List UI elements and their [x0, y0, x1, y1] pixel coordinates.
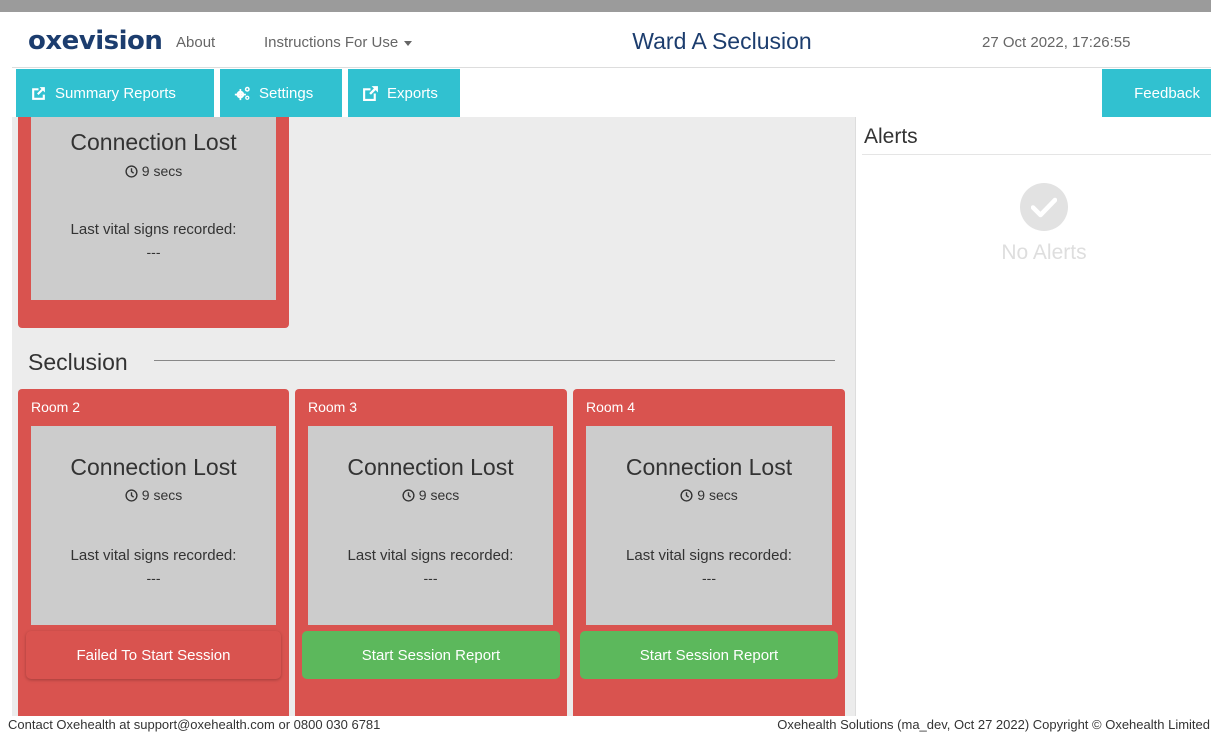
elapsed-time: 9 secs	[31, 163, 276, 179]
feedback-label: Feedback	[1134, 84, 1200, 102]
room-label: Room 4	[586, 399, 636, 415]
elapsed-time: 9 secs	[586, 487, 832, 503]
elapsed-time-value: 9 secs	[141, 487, 183, 503]
room-label: Room 2	[31, 399, 81, 415]
room-status-panel: Connection Lost 9 secs Last vital signs …	[31, 426, 276, 625]
caret-down-icon	[404, 40, 413, 46]
alerts-divider	[862, 154, 1211, 155]
room-status-panel: Connection Lost 9 secs Last vital signs …	[586, 426, 832, 625]
page-title: Ward A Seclusion	[632, 28, 812, 54]
alerts-title: Alerts	[864, 125, 918, 148]
current-datetime: 27 Oct 2022, 17:26:55	[982, 34, 1131, 51]
settings-label: Settings	[259, 84, 314, 102]
connection-status: Connection Lost	[70, 129, 237, 155]
summary-reports-button[interactable]: Summary Reports	[16, 69, 214, 117]
section-title: Seclusion	[28, 349, 128, 375]
alerts-panel: Alerts No Alerts	[855, 117, 1211, 716]
toolbar: Summary Reports Settings Exports Feedbac…	[12, 69, 1211, 117]
failed-to-start-session-button[interactable]: Failed To Start Session	[26, 631, 281, 679]
last-vitals-label: Last vital signs recorded:	[626, 547, 792, 564]
oxevision-logo[interactable]: oxevision	[28, 26, 163, 56]
nav-about-link[interactable]: About	[176, 34, 215, 51]
last-vitals-label: Last vital signs recorded:	[70, 221, 237, 238]
start-session-report-button[interactable]: Start Session Report	[302, 631, 560, 679]
room-card[interactable]: Room 2 Connection Lost 9 secs Last vital…	[18, 389, 289, 716]
copyright-text: Oxehealth Solutions (ma_dev, Oct 27 2022…	[777, 717, 1210, 732]
room-label: Room 3	[308, 399, 358, 415]
elapsed-time-value: 9 secs	[141, 163, 183, 179]
settings-button[interactable]: Settings	[220, 69, 342, 117]
check-circle-icon	[1020, 183, 1068, 231]
elapsed-time: 9 secs	[308, 487, 553, 503]
nav-instructions-dropdown[interactable]: Instructions For Use	[264, 34, 413, 51]
room-status-panel: Connection Lost 9 secs Last vital signs …	[31, 117, 276, 300]
room-card[interactable]: Room 3 Connection Lost 9 secs Last vital…	[295, 389, 567, 716]
connection-status: Connection Lost	[625, 454, 793, 480]
window-frame-top	[0, 0, 1211, 12]
connection-status: Connection Lost	[70, 454, 237, 480]
section-divider	[154, 360, 835, 361]
feedback-button[interactable]: Feedback	[1102, 69, 1211, 117]
room-dashboard[interactable]: Connection Lost 9 secs Last vital signs …	[12, 117, 855, 716]
last-vitals-label: Last vital signs recorded:	[70, 547, 237, 564]
footer: Contact Oxehealth at support@oxehealth.c…	[0, 716, 1211, 736]
last-vitals-label: Last vital signs recorded:	[347, 547, 514, 564]
cogs-icon	[234, 86, 250, 100]
nav-instructions-label: Instructions For Use	[264, 34, 399, 51]
last-vitals-value: ---	[146, 244, 161, 260]
elapsed-time-value: 9 secs	[697, 487, 738, 503]
clock-icon	[402, 489, 415, 502]
clock-icon	[125, 489, 138, 502]
clock-icon	[125, 165, 138, 178]
share-square-icon	[32, 86, 45, 100]
elapsed-time-value: 9 secs	[418, 487, 460, 503]
exports-button[interactable]: Exports	[348, 69, 460, 117]
external-link-icon	[363, 85, 378, 101]
top-header: oxevision About Instructions For Use War…	[12, 12, 1211, 68]
exports-label: Exports	[387, 84, 438, 102]
elapsed-time: 9 secs	[31, 487, 276, 503]
connection-status: Connection Lost	[347, 454, 514, 480]
last-vitals-value: ---	[146, 570, 161, 586]
nav-about-label: About	[176, 34, 216, 51]
start-session-report-button[interactable]: Start Session Report	[580, 631, 838, 679]
no-alerts-message: No Alerts	[1001, 241, 1087, 264]
room-card[interactable]: Room 4 Connection Lost 9 secs Last vital…	[573, 389, 845, 716]
room-status-panel: Connection Lost 9 secs Last vital signs …	[308, 426, 553, 625]
clock-icon	[680, 489, 693, 502]
contact-info: Contact Oxehealth at support@oxehealth.c…	[8, 717, 381, 732]
last-vitals-value: ---	[702, 570, 716, 586]
room-card-top[interactable]: Connection Lost 9 secs Last vital signs …	[18, 117, 289, 328]
last-vitals-value: ---	[423, 570, 438, 586]
summary-reports-label: Summary Reports	[55, 84, 176, 102]
